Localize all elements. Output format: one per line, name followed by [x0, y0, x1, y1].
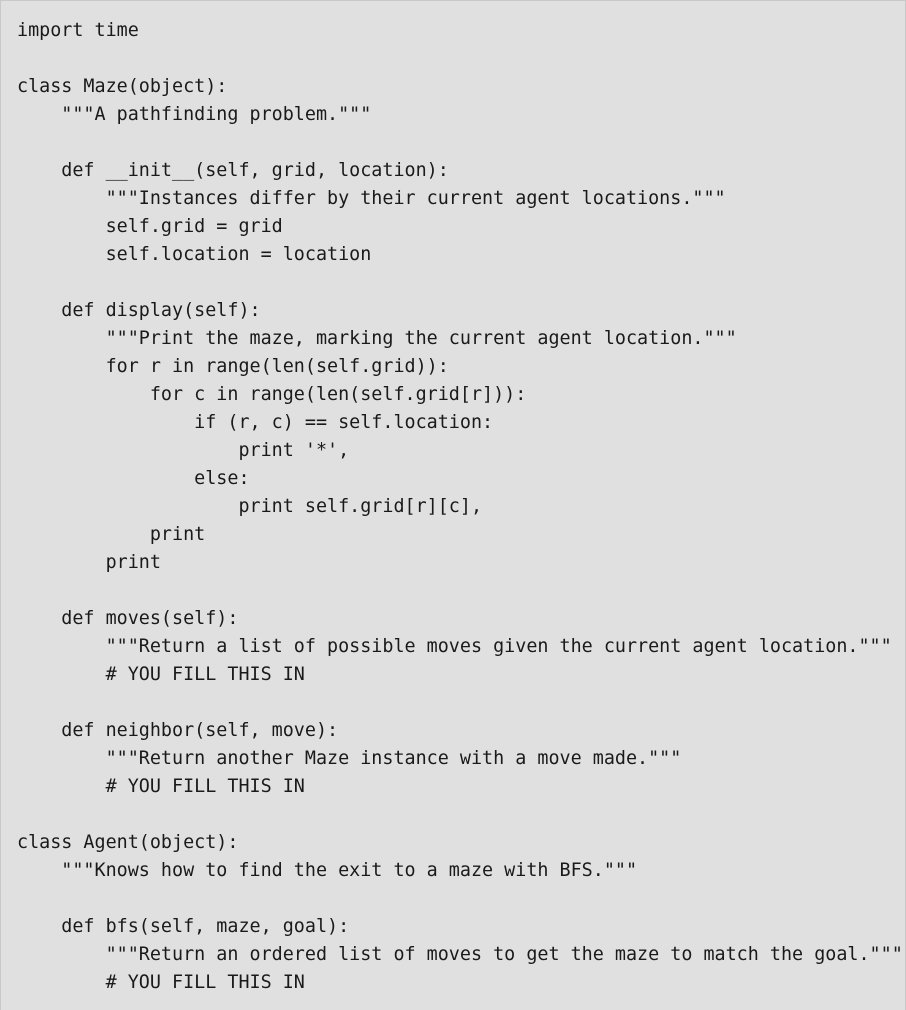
- code-line: def __init__(self, grid, location):: [17, 160, 449, 181]
- code-line: """A pathfinding problem.""": [17, 104, 372, 125]
- code-line: def neighbor(self, move):: [17, 720, 339, 741]
- code-line: import time: [17, 20, 139, 41]
- code-line: def moves(self):: [17, 608, 239, 629]
- code-line: self.grid = grid: [17, 216, 283, 237]
- code-line: print: [17, 524, 206, 545]
- code-line: print '*',: [17, 440, 350, 461]
- code-line: for r in range(len(self.grid)):: [17, 356, 449, 377]
- code-line: """Return an ordered list of moves to ge…: [17, 944, 903, 965]
- code-line: """Print the maze, marking the current a…: [17, 328, 737, 349]
- code-line: # YOU FILL THIS IN: [17, 664, 305, 685]
- code-line: """Return a list of possible moves given…: [17, 636, 892, 657]
- code-block: import time class Maze(object): """A pat…: [0, 0, 906, 1010]
- code-line: else:: [17, 468, 250, 489]
- code-line: class Maze(object):: [17, 76, 228, 97]
- code-line: """Knows how to find the exit to a maze …: [17, 860, 638, 881]
- code-line: # YOU FILL THIS IN: [17, 776, 305, 797]
- code-line: print: [17, 552, 161, 573]
- code-line: print self.grid[r][c],: [17, 496, 483, 517]
- code-line: def bfs(self, maze, goal):: [17, 916, 350, 937]
- code-line: class Agent(object):: [17, 832, 239, 853]
- code-line: """Instances differ by their current age…: [17, 188, 726, 209]
- code-line: for c in range(len(self.grid[r])):: [17, 384, 527, 405]
- code-line: def display(self):: [17, 300, 261, 321]
- code-line: self.location = location: [17, 244, 372, 265]
- code-line: if (r, c) == self.location:: [17, 412, 494, 433]
- code-line: """Return another Maze instance with a m…: [17, 748, 682, 769]
- code-line: # YOU FILL THIS IN: [17, 972, 305, 993]
